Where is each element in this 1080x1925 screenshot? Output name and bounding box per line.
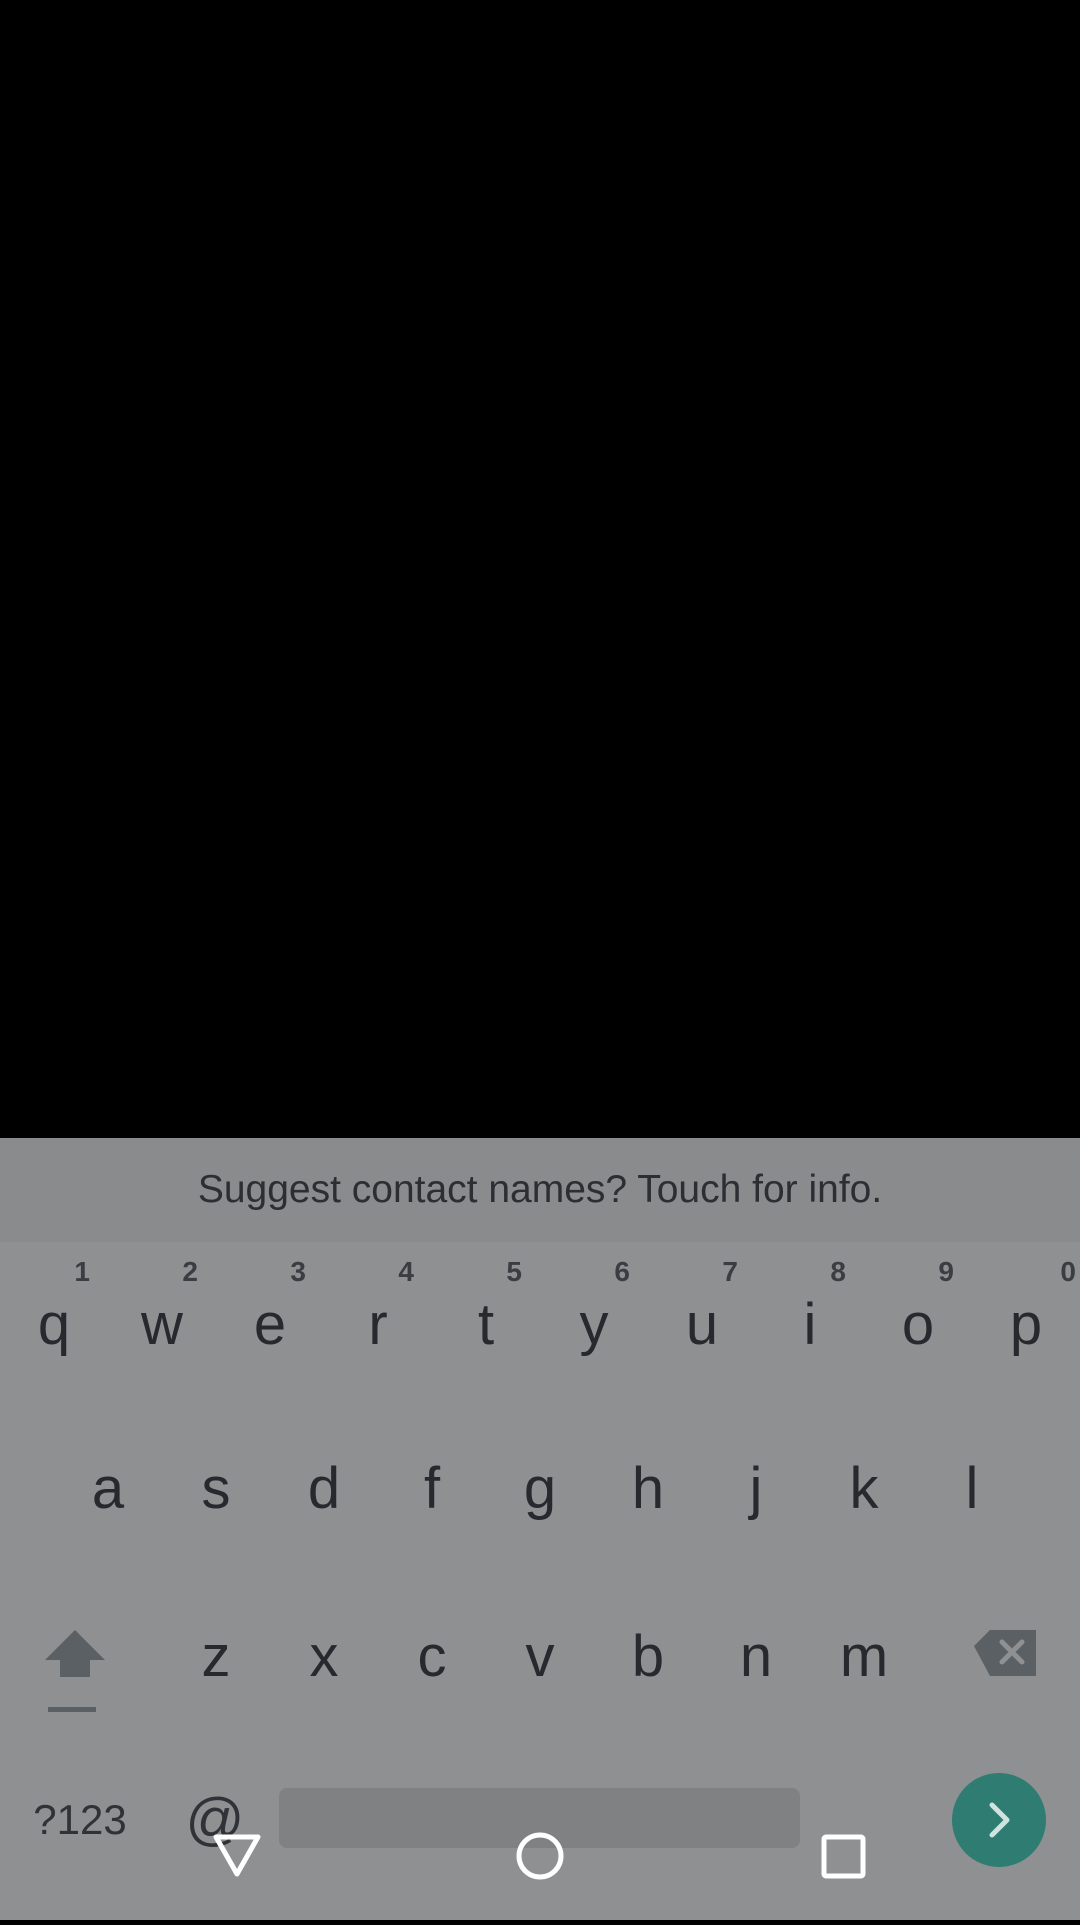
- suggestion-text[interactable]: Suggest contact names? Touch for info.: [198, 1168, 882, 1212]
- key-letter: x: [309, 1624, 339, 1689]
- key-d[interactable]: d: [270, 1406, 378, 1566]
- key-hint: 5: [506, 1256, 522, 1287]
- key-letter: b: [631, 1624, 665, 1689]
- key-letter: i: [803, 1292, 817, 1357]
- key-hint: 6: [614, 1256, 630, 1287]
- key-j[interactable]: j: [702, 1406, 810, 1566]
- key-o[interactable]: 9 o: [864, 1246, 972, 1406]
- key-hint: 1: [74, 1256, 90, 1287]
- key-letter: w: [141, 1292, 183, 1357]
- key-i[interactable]: 8 i: [756, 1246, 864, 1406]
- key-y[interactable]: 6 y: [540, 1246, 648, 1406]
- key-h[interactable]: h: [594, 1406, 702, 1566]
- square-recents-icon: [821, 1834, 866, 1879]
- key-letter: s: [201, 1456, 231, 1521]
- key-letter: t: [477, 1292, 495, 1357]
- key-w[interactable]: 2 w: [108, 1246, 216, 1406]
- key-letter: e: [253, 1292, 287, 1357]
- key-u[interactable]: 7 u: [648, 1246, 756, 1406]
- key-hint: 2: [182, 1256, 198, 1287]
- key-q[interactable]: 1 q: [0, 1246, 108, 1406]
- key-letter: d: [307, 1456, 341, 1521]
- circle-home-icon: [516, 1832, 564, 1880]
- key-letter: k: [849, 1456, 879, 1521]
- key-letter: p: [1009, 1292, 1043, 1357]
- key-letter: l: [965, 1456, 979, 1521]
- key-hint: 8: [830, 1256, 846, 1287]
- key-letter: u: [685, 1292, 719, 1357]
- key-hint: 9: [938, 1256, 954, 1287]
- key-letter: g: [523, 1456, 557, 1521]
- key-b[interactable]: b: [594, 1574, 702, 1734]
- key-t[interactable]: 5 t: [432, 1246, 540, 1406]
- key-hint: 4: [398, 1256, 414, 1287]
- back-button[interactable]: [186, 1820, 286, 1920]
- key-e[interactable]: 3 e: [216, 1246, 324, 1406]
- key-r[interactable]: 4 r: [324, 1246, 432, 1406]
- key-letter: o: [901, 1292, 935, 1357]
- key-letter: f: [423, 1456, 441, 1521]
- key-letter: q: [37, 1292, 71, 1357]
- key-v[interactable]: v: [486, 1574, 594, 1734]
- key-letter: j: [749, 1456, 763, 1521]
- shift-arrow-icon: [45, 1630, 105, 1712]
- key-letter: m: [839, 1624, 889, 1689]
- key-hint: 7: [722, 1256, 738, 1287]
- key-letter: y: [579, 1292, 609, 1357]
- home-button[interactable]: [490, 1820, 590, 1920]
- shift-key[interactable]: [30, 1625, 120, 1715]
- key-letter: r: [368, 1292, 388, 1357]
- backspace-icon: [974, 1630, 1036, 1676]
- key-letter: h: [631, 1456, 665, 1521]
- key-letter: z: [201, 1624, 231, 1689]
- key-c[interactable]: c: [378, 1574, 486, 1734]
- key-letter: n: [739, 1624, 773, 1689]
- recents-button[interactable]: [794, 1820, 894, 1920]
- key-k[interactable]: k: [810, 1406, 918, 1566]
- key-z[interactable]: z: [162, 1574, 270, 1734]
- key-s[interactable]: s: [162, 1406, 270, 1566]
- key-hint: 0: [1060, 1256, 1076, 1287]
- key-n[interactable]: n: [702, 1574, 810, 1734]
- delete-key[interactable]: [966, 1625, 1066, 1715]
- app-content-area: [0, 0, 1080, 1138]
- triangle-back-icon: [213, 1834, 261, 1877]
- key-f[interactable]: f: [378, 1406, 486, 1566]
- key-letter: a: [91, 1456, 125, 1521]
- key-hint: 3: [290, 1256, 306, 1287]
- key-p[interactable]: 0 p: [972, 1246, 1080, 1406]
- key-a[interactable]: a: [54, 1406, 162, 1566]
- key-g[interactable]: g: [486, 1406, 594, 1566]
- key-letter: c: [417, 1624, 447, 1689]
- suggestion-strip[interactable]: Suggest contact names? Touch for info.: [0, 1138, 1080, 1242]
- key-x[interactable]: x: [270, 1574, 378, 1734]
- navigation-bar: [0, 1820, 1080, 1920]
- key-m[interactable]: m: [810, 1574, 918, 1734]
- key-l[interactable]: l: [918, 1406, 1026, 1566]
- key-letter: v: [525, 1624, 555, 1689]
